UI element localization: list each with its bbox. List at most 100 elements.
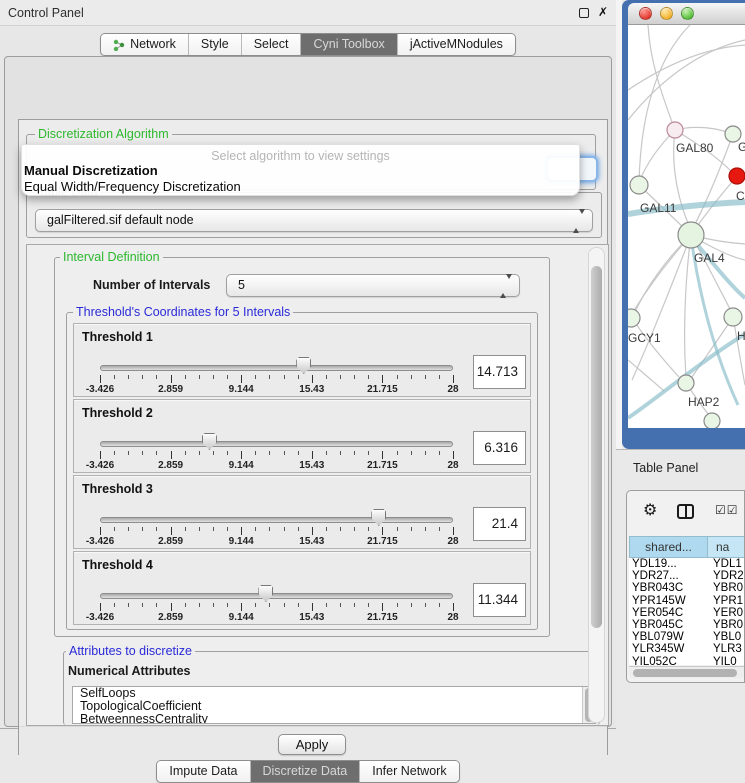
float-window-icon[interactable] [579,8,589,18]
apply-bar: Apply [19,726,607,756]
slider-tick [312,603,313,611]
minimize-traffic-light-icon[interactable] [660,7,673,20]
slider-track[interactable] [100,517,453,523]
column-header-shared[interactable]: shared... [629,536,708,558]
number-of-intervals-value: 5 [238,275,245,296]
number-of-intervals-combobox[interactable]: 5 [226,274,520,297]
settings-scrollbar-thumb[interactable] [591,266,602,628]
table-row[interactable]: YIL052CYIL0 [629,656,745,666]
attribute-list-item[interactable]: BetweennessCentrality [73,713,595,724]
network-canvas[interactable]: GAL80 GA C GAL11 GAL4 GCY1 H HAP2 [628,25,745,428]
slider-track[interactable] [100,593,453,599]
slider-track[interactable] [100,365,453,371]
slider-tick [128,451,129,455]
threshold-value-field[interactable]: 11.344 [473,583,526,617]
algorithm-option-equal-width[interactable]: Equal Width/Frequency Discretization [24,179,579,195]
slider-tick [142,603,143,607]
slider-tick-label: 28 [447,536,458,547]
slider-tick [453,603,454,611]
slider-thumb[interactable] [258,585,273,602]
slider-thumb[interactable] [202,433,217,450]
node-label: GAL11 [640,201,677,215]
table-row[interactable]: YBL079WYBL0 [629,631,745,643]
slider-tick [199,451,200,455]
threshold-value-field[interactable]: 21.4 [473,507,526,541]
slider-tick [185,603,186,607]
slider-tick-label: -3.426 [86,612,114,623]
node-label: GA [738,140,745,154]
number-of-intervals-label: Number of Intervals [93,278,210,292]
table-row[interactable]: YDL19...YDL1 [629,558,745,570]
close-icon[interactable]: ✗ [598,5,608,19]
slider-tick-label: 28 [447,384,458,395]
node-label: GAL4 [694,251,725,265]
table-panel-section: Table Panel ⚙ ☑☑ shared... na YDL19...YD… [616,449,745,745]
tab-network[interactable]: Network [101,34,189,55]
checkboxes-icon[interactable]: ☑☑ [715,503,739,517]
slider-tick [171,375,172,383]
mode-tab-impute-data[interactable]: Impute Data [157,761,250,782]
node-hap2[interactable] [678,375,694,391]
zoom-traffic-light-icon[interactable] [681,7,694,20]
close-traffic-light-icon[interactable] [639,7,652,20]
tab-select[interactable]: Select [242,34,302,55]
column-header-name[interactable]: na [708,536,745,558]
slider-tick [269,603,270,607]
mode-tab-infer-network[interactable]: Infer Network [360,761,458,782]
tab-style[interactable]: Style [189,34,242,55]
node-gal11[interactable] [630,176,648,194]
node-gal4[interactable] [678,222,704,248]
cyni-outer-panel: Discretization Algorithm Select algorith… [4,56,612,727]
table-horizontal-scrollbar[interactable] [629,666,745,678]
tab-cyni-toolbox[interactable]: Cyni Toolbox [301,34,397,55]
slider-tick [439,603,440,607]
slider-tick-label: 15.43 [299,536,324,547]
table-row[interactable]: YBR045CYBR0 [629,619,745,631]
node-bottom[interactable] [704,413,720,428]
slider-thumb[interactable] [371,509,386,526]
table-cell: YDR2 [708,570,745,582]
tab-jactivemnodules[interactable]: jActiveMNodules [398,34,515,55]
gear-icon[interactable]: ⚙ [643,500,657,520]
slider-tick [411,603,412,607]
table-row[interactable]: YBR043CYBR0 [629,582,745,594]
combo-stepper-icon [500,279,512,293]
slider-tick [368,603,369,607]
node-h[interactable] [724,308,742,326]
slider-tick [185,527,186,531]
slider-tick [156,451,157,455]
node-label: HAP2 [688,395,720,409]
slider-tick [128,603,129,607]
threshold-value-field[interactable]: 6.316 [473,431,526,465]
slider-tick [425,527,426,531]
node-gal80[interactable] [667,122,683,138]
table-cell: YBR045C [629,619,708,631]
table-cell: YBR043C [629,582,708,594]
table-row[interactable]: YPR145WYPR1 [629,595,745,607]
slider-thumb[interactable] [296,357,311,374]
slider-tick [213,603,214,607]
table-row[interactable]: YER054CYER0 [629,607,745,619]
slider-tick [354,603,355,607]
table-row[interactable]: YDR27...YDR2 [629,570,745,582]
node-gcy1[interactable] [628,309,640,327]
table-data-combobox[interactable]: galFiltered.sif default node [35,209,593,232]
slider-tick-label: 9.144 [229,460,254,471]
settings-scrollpane: Interval Definition Number of Intervals … [26,244,609,726]
numerical-attributes-list[interactable]: SelfLoopsTopologicalCoefficientBetweenne… [72,686,596,724]
threshold-value-field[interactable]: 14.713 [473,355,526,389]
settings-vertical-scrollbar[interactable] [588,247,605,723]
table-row[interactable]: YLR345WYLR3 [629,643,745,655]
mode-tab-discretize-data[interactable]: Discretize Data [251,761,361,782]
slider-tick-label: 21.715 [367,536,398,547]
threshold-rows-container: Threshold 1-3.4262.8599.14415.4321.71528… [73,323,531,627]
table-cell: YDL19... [629,558,708,570]
table-rows[interactable]: YDL19...YDL1YDR27...YDR2YBR043CYBR0YPR14… [629,558,745,665]
slider-track[interactable] [100,441,453,447]
table-hscroll-thumb[interactable] [633,669,737,677]
slider-tick [298,527,299,531]
columns-icon[interactable] [677,504,694,519]
algorithm-option-manual[interactable]: Manual Discretization [24,163,579,179]
slider-tick [312,527,313,535]
node-selected-red[interactable] [729,168,745,184]
